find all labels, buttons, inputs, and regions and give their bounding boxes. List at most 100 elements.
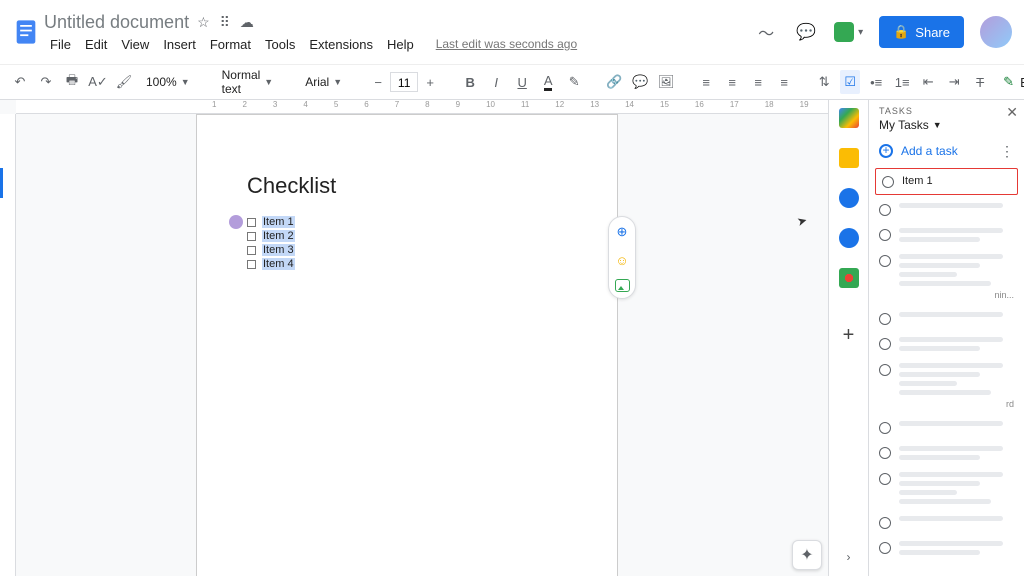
task-complete-circle[interactable] <box>879 364 891 376</box>
checklist-item[interactable]: Item 4 <box>247 257 567 271</box>
task-item[interactable] <box>869 510 1024 535</box>
activity-icon[interactable]: 〜 <box>754 20 778 44</box>
checklist-button[interactable]: ☑ <box>840 70 860 94</box>
task-complete-circle[interactable] <box>879 255 891 267</box>
maps-app-icon[interactable] <box>839 268 859 288</box>
font-size-increase[interactable]: + <box>420 70 440 94</box>
checkbox-icon[interactable] <box>247 218 256 227</box>
task-item[interactable] <box>869 466 1024 510</box>
contacts-app-icon[interactable] <box>839 228 859 248</box>
task-item[interactable] <box>869 306 1024 331</box>
task-complete-circle[interactable] <box>879 422 891 434</box>
hide-side-panel-button[interactable]: › <box>847 550 851 564</box>
document-title[interactable]: Untitled document <box>44 12 189 33</box>
cloud-status-icon[interactable]: ☁ <box>240 14 254 31</box>
document-heading[interactable]: Checklist <box>247 173 567 199</box>
task-complete-circle[interactable] <box>882 176 894 188</box>
task-complete-circle[interactable] <box>879 473 891 485</box>
menu-insert[interactable]: Insert <box>157 35 202 54</box>
checklist-item-text[interactable]: Item 2 <box>262 230 295 242</box>
checkbox-icon[interactable] <box>247 246 256 255</box>
move-icon[interactable]: ⠿ <box>220 14 230 31</box>
meet-button[interactable]: ▾ <box>834 22 863 42</box>
font-size-decrease[interactable]: − <box>368 70 388 94</box>
get-addons-button[interactable]: + <box>843 324 855 347</box>
checklist-item[interactable]: Item 2 <box>247 229 567 243</box>
task-complete-circle[interactable] <box>879 204 891 216</box>
text-color-button[interactable]: A <box>538 70 558 94</box>
redo-button[interactable]: ↷ <box>36 70 56 94</box>
task-item[interactable]: nin... <box>869 248 1024 306</box>
task-item[interactable] <box>869 222 1024 248</box>
bulleted-list-button[interactable]: •≡ <box>866 70 886 94</box>
task-item[interactable] <box>869 535 1024 561</box>
task-item[interactable] <box>869 415 1024 440</box>
font-size-input[interactable]: 11 <box>390 72 418 92</box>
task-complete-circle[interactable] <box>879 229 891 241</box>
task-complete-circle[interactable] <box>879 447 891 459</box>
star-icon[interactable]: ☆ <box>197 14 210 31</box>
checklist-item-text[interactable]: Item 3 <box>262 244 295 256</box>
checklist-item-text[interactable]: Item 4 <box>262 258 295 270</box>
menu-format[interactable]: Format <box>204 35 257 54</box>
paragraph-style-select[interactable]: Normal text▼ <box>216 70 280 94</box>
add-comment-icon[interactable]: ⊕ <box>613 223 631 241</box>
task-complete-circle[interactable] <box>879 313 891 325</box>
last-edit-link[interactable]: Last edit was seconds ago <box>436 37 577 51</box>
share-button[interactable]: 🔒 Share <box>879 16 964 48</box>
highlight-button[interactable]: ✎ <box>564 70 584 94</box>
align-center-button[interactable]: ≡ <box>722 70 742 94</box>
checklist-item[interactable]: Item 1 <box>247 215 567 229</box>
task-complete-circle[interactable] <box>879 542 891 554</box>
italic-button[interactable]: I <box>486 70 506 94</box>
numbered-list-button[interactable]: 1≡ <box>892 70 912 94</box>
checklist-item[interactable]: Item 3 <box>247 243 567 257</box>
task-complete-circle[interactable] <box>879 517 891 529</box>
checkbox-icon[interactable] <box>247 260 256 269</box>
spellcheck-button[interactable]: A✓ <box>88 70 108 94</box>
insert-image-button[interactable]: 🖼 <box>656 70 676 94</box>
calendar-app-icon[interactable] <box>839 108 859 128</box>
indent-button[interactable]: ⇥ <box>944 70 964 94</box>
task-complete-circle[interactable] <box>879 338 891 350</box>
paint-format-button[interactable]: 🖌 <box>114 70 134 94</box>
zoom-select[interactable]: 100%▼ <box>140 70 196 94</box>
menu-extensions[interactable]: Extensions <box>303 35 379 54</box>
task-item[interactable] <box>869 331 1024 357</box>
task-item[interactable]: rd <box>869 357 1024 415</box>
task-title[interactable]: Item 1 <box>902 175 933 187</box>
add-image-icon[interactable] <box>615 279 630 292</box>
menu-view[interactable]: View <box>115 35 155 54</box>
page[interactable]: Checklist Item 1 Item 2 Item 3 Item 4 <box>196 114 618 576</box>
menu-tools[interactable]: Tools <box>259 35 301 54</box>
insert-comment-button[interactable]: 💬 <box>630 70 650 94</box>
tasks-app-icon[interactable] <box>839 188 859 208</box>
comments-icon[interactable]: 💬 <box>794 20 818 44</box>
align-justify-button[interactable]: ≡ <box>774 70 794 94</box>
tasks-list-select[interactable]: My Tasks▼ <box>879 118 1014 132</box>
add-task-button[interactable]: Add a task ⋮ <box>869 136 1024 166</box>
keep-app-icon[interactable] <box>839 148 859 168</box>
align-left-button[interactable]: ≡ <box>696 70 716 94</box>
outdent-button[interactable]: ⇤ <box>918 70 938 94</box>
clear-format-button[interactable]: T <box>970 70 990 94</box>
explore-button[interactable]: ✦ <box>792 540 822 570</box>
docs-logo[interactable] <box>8 0 44 64</box>
font-select[interactable]: Arial▼ <box>299 70 348 94</box>
task-item[interactable] <box>869 440 1024 466</box>
underline-button[interactable]: U <box>512 70 532 94</box>
checklist-item-text[interactable]: Item 1 <box>262 216 295 228</box>
line-spacing-button[interactable]: ⇅ <box>814 70 834 94</box>
task-item-highlighted[interactable]: Item 1 <box>875 168 1018 195</box>
close-tasks-panel-icon[interactable]: ✕ <box>1006 104 1018 121</box>
horizontal-ruler[interactable]: 12345678910111213141516171819 <box>16 100 828 114</box>
menu-edit[interactable]: Edit <box>79 35 113 54</box>
menu-file[interactable]: File <box>44 35 77 54</box>
insert-link-button[interactable]: 🔗 <box>604 70 624 94</box>
checkbox-icon[interactable] <box>247 232 256 241</box>
tasks-more-icon[interactable]: ⋮ <box>1000 143 1014 160</box>
menu-help[interactable]: Help <box>381 35 420 54</box>
align-right-button[interactable]: ≡ <box>748 70 768 94</box>
task-item[interactable] <box>869 197 1024 222</box>
add-emoji-icon[interactable]: ☺ <box>613 251 631 269</box>
